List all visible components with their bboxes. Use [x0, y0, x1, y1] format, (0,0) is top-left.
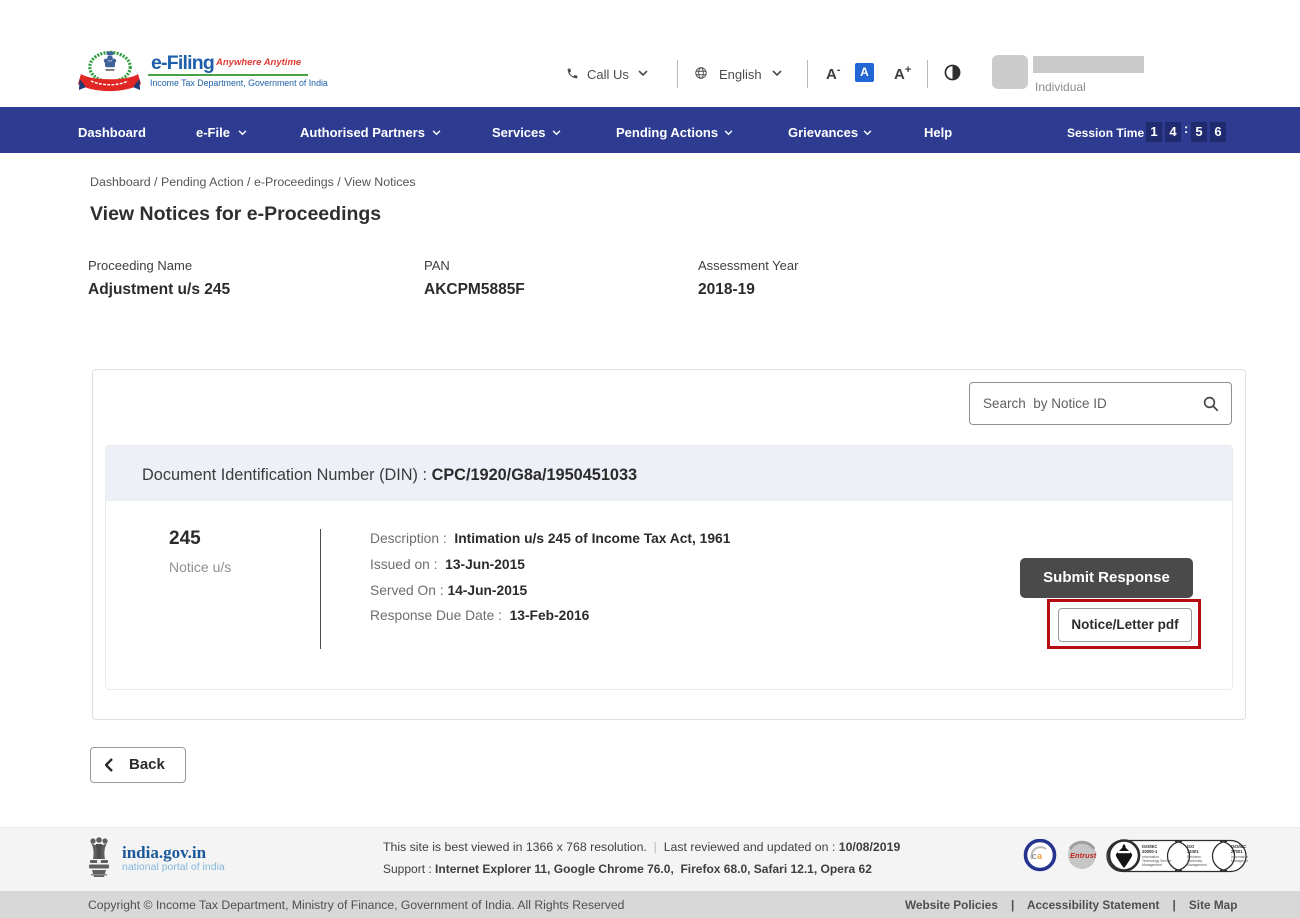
- svg-text:27001: 27001: [1231, 849, 1243, 854]
- svg-text:Management: Management: [1142, 863, 1162, 867]
- svg-text:22301: 22301: [1187, 849, 1199, 854]
- svg-text:20000-1: 20000-1: [1142, 849, 1158, 854]
- svg-text:Entrust: Entrust: [1070, 851, 1097, 860]
- svg-text:Management: Management: [1187, 863, 1207, 867]
- svg-text:Management: Management: [1231, 859, 1248, 863]
